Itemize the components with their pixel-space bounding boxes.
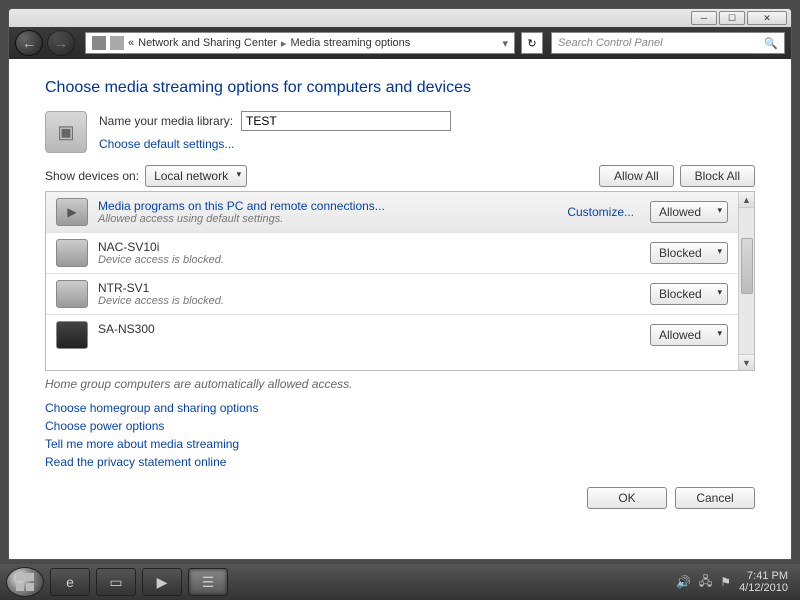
search-box[interactable]: Search Control Panel 🔍 [551,32,785,54]
flag-icon[interactable]: ⚑ [720,575,731,589]
taskbar: e ▭ ▶ ☰ 🔊 🖧 ⚑ 7:41 PM 4/12/2010 [0,564,800,600]
device-row[interactable]: NTR-SV1 Device access is blocked. Blocke… [46,274,738,315]
refresh-button[interactable]: ↻ [521,32,543,54]
block-all-button[interactable]: Block All [680,165,755,187]
device-status: Allowed access using default settings. [98,213,557,225]
privacy-statement-link[interactable]: Read the privacy statement online [45,455,755,469]
scrollbar[interactable]: ▲ ▼ [738,192,754,370]
device-list: ▶ Media programs on this PC and remote c… [45,191,755,371]
library-name-input[interactable] [241,111,451,131]
permission-dropdown[interactable]: Blocked [650,242,728,264]
category-icon [110,36,124,50]
clock[interactable]: 7:41 PM 4/12/2010 [739,570,788,594]
device-name: NTR-SV1 [98,281,640,295]
breadcrumb-part2[interactable]: Media streaming options [290,37,410,49]
power-options-link[interactable]: Choose power options [45,419,755,433]
media-streaming-help-link[interactable]: Tell me more about media streaming [45,437,755,451]
device-status: Device access is blocked. [98,254,640,266]
breadcrumb-part1[interactable]: Network and Sharing Center [138,37,277,49]
permission-dropdown[interactable]: Blocked [650,283,728,305]
taskbar-explorer-icon[interactable]: ▭ [96,568,136,596]
device-status: Device access is blocked. [98,295,640,307]
permission-dropdown[interactable]: Allowed [650,324,728,346]
network-icon [92,36,106,50]
page-title: Choose media streaming options for compu… [45,79,755,97]
volume-icon[interactable]: 🔊 [676,575,691,589]
clock-date: 4/12/2010 [739,582,788,594]
back-button[interactable]: ← [15,30,43,56]
library-name-label: Name your media library: [99,114,233,128]
network-scope-dropdown[interactable]: Local network [145,165,247,187]
search-placeholder: Search Control Panel [558,37,663,49]
system-tray: 🔊 🖧 ⚑ 7:41 PM 4/12/2010 [676,570,794,594]
related-links: Choose homegroup and sharing options Cho… [45,401,755,469]
scroll-up-button[interactable]: ▲ [739,192,754,208]
dialog-buttons: OK Cancel [45,481,755,509]
start-button[interactable] [6,567,44,597]
search-icon[interactable]: 🔍 [764,37,778,50]
breadcrumb-dropdown-icon[interactable]: ▾ [502,37,508,50]
device-row[interactable]: NAC-SV10i Device access is blocked. Bloc… [46,233,738,274]
show-devices-label: Show devices on: [45,169,139,183]
device-name[interactable]: Media programs on this PC and remote con… [98,199,557,213]
clock-time: 7:41 PM [747,570,788,582]
control-panel-window: ─ ☐ ✕ ← → « Network and Sharing Center ▸… [8,8,792,560]
breadcrumb-prefix: « [128,37,134,49]
allow-all-button[interactable]: Allow All [599,165,674,187]
cancel-button[interactable]: Cancel [675,487,755,509]
permission-dropdown[interactable]: Allowed [650,201,728,223]
content-area: Choose media streaming options for compu… [9,59,791,559]
device-icon [56,321,88,349]
homegroup-note: Home group computers are automatically a… [45,377,755,391]
breadcrumb[interactable]: « Network and Sharing Center ▸ Media str… [85,32,515,54]
taskbar-controlpanel-icon[interactable]: ☰ [188,568,228,596]
scroll-thumb[interactable] [741,238,753,294]
maximize-button[interactable]: ☐ [719,11,745,25]
device-row[interactable]: SA-NS300 Allowed access using default se… [46,315,738,355]
taskbar-mediaplayer-icon[interactable]: ▶ [142,568,182,596]
device-name: NAC-SV10i [98,240,640,254]
taskbar-ie-icon[interactable]: e [50,568,90,596]
filter-row: Show devices on: Local network Allow All… [45,165,755,187]
titlebar: ─ ☐ ✕ [9,9,791,27]
device-row[interactable]: ▶ Media programs on this PC and remote c… [46,192,738,233]
device-icon: ▶ [56,198,88,226]
scroll-down-button[interactable]: ▼ [739,354,754,370]
windows-logo-icon [15,572,35,592]
homegroup-options-link[interactable]: Choose homegroup and sharing options [45,401,755,415]
customize-link[interactable]: Customize... [567,205,634,219]
forward-button[interactable]: → [47,30,75,56]
navigation-bar: ← → « Network and Sharing Center ▸ Media… [9,27,791,59]
media-library-icon: ▣ [45,111,87,153]
device-icon [56,239,88,267]
close-button[interactable]: ✕ [747,11,787,25]
breadcrumb-sep: ▸ [281,37,287,50]
ok-button[interactable]: OK [587,487,667,509]
device-name: SA-NS300 [98,322,640,336]
network-tray-icon[interactable]: 🖧 [699,572,712,593]
minimize-button[interactable]: ─ [691,11,717,25]
device-icon [56,280,88,308]
choose-default-settings-link[interactable]: Choose default settings... [99,137,451,151]
library-name-section: ▣ Name your media library: Choose defaul… [45,111,755,153]
